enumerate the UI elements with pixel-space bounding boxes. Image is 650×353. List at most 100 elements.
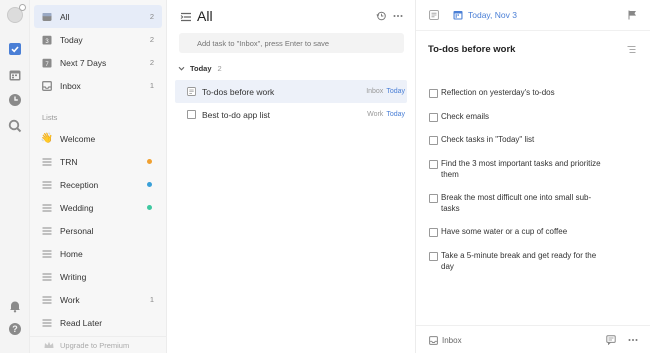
subtask-checkbox[interactable] <box>429 194 438 203</box>
collapse-menu-icon[interactable] <box>180 11 192 23</box>
subtask-item[interactable]: Check tasks in "Today" list <box>429 135 609 146</box>
subtask-title: Break the most difficult one into small … <box>441 193 592 213</box>
list-color-dot <box>147 205 152 210</box>
task-title: Best to-do app list <box>202 109 271 120</box>
sidebar-item-reception[interactable]: Reception <box>34 173 162 196</box>
sidebar-item-next-7-days[interactable]: 7 Next 7 Days 2 <box>34 51 162 74</box>
sidebar-item-count: 2 <box>149 12 154 21</box>
subtask-item[interactable]: Reflection on yesterday's to-dos <box>429 88 609 99</box>
sidebar-item-count: 2 <box>149 35 154 44</box>
svg-text:?: ? <box>12 324 18 334</box>
due-date-button[interactable]: Today, Nov 3 <box>468 10 517 20</box>
task-detail-pane: Today, Nov 3 To-dos before work Reflecti… <box>416 0 650 353</box>
section-header-today[interactable]: Today 2 <box>178 64 222 73</box>
list-icon <box>42 272 52 282</box>
checkbox-icon[interactable] <box>8 42 22 56</box>
subtask-title: Check emails <box>441 112 490 121</box>
subtask-item[interactable]: Find the 3 most important tasks and prio… <box>429 159 609 180</box>
detail-footer: Inbox <box>416 325 650 353</box>
all-icon <box>42 12 52 22</box>
sidebar-item-today[interactable]: 3 Today 2 <box>34 28 162 51</box>
chevron-down-icon <box>178 66 185 71</box>
sidebar-item-inbox[interactable]: Inbox 1 <box>34 74 162 97</box>
calendar-icon[interactable] <box>453 10 463 20</box>
sidebar-item-label: Next 7 Days <box>60 57 107 68</box>
subtask-checkbox[interactable] <box>429 252 438 261</box>
sidebar-item-label: Read Later <box>60 317 103 328</box>
list-icon <box>42 318 52 328</box>
calendar-icon[interactable] <box>8 68 22 82</box>
sidebar-item-count: 1 <box>149 295 154 304</box>
task-project: Inbox <box>366 88 384 95</box>
sidebar-item-writing[interactable]: Writing <box>34 265 162 288</box>
task-detail-title[interactable]: To-dos before work <box>428 44 515 55</box>
sidebar-item-read-later[interactable]: Read Later <box>34 311 162 334</box>
history-icon[interactable] <box>376 11 386 21</box>
note-icon[interactable] <box>187 87 196 96</box>
task-row[interactable]: Best to-do app list Work Today <box>175 103 407 126</box>
help-icon[interactable]: ? <box>8 322 22 336</box>
sidebar-item-wedding[interactable]: Wedding <box>34 196 162 219</box>
sidebar-item-home[interactable]: Home <box>34 242 162 265</box>
subtask-title: Find the 3 most important tasks and prio… <box>441 159 601 179</box>
sidebar-item-all[interactable]: All 2 <box>34 5 162 28</box>
sidebar-item-label: Work <box>60 294 80 305</box>
waving-hand-icon: 👋 <box>40 132 54 144</box>
subtask-item[interactable]: Take a 5-minute break and get ready for … <box>429 251 609 272</box>
inbox-icon <box>429 336 438 345</box>
sidebar-item-label: All <box>60 11 70 22</box>
inbox-icon <box>42 80 52 91</box>
upgrade-label: Upgrade to Premium <box>60 340 130 350</box>
sidebar-item-count: 1 <box>149 81 154 90</box>
sidebar-item-trn[interactable]: TRN <box>34 150 162 173</box>
more-icon[interactable] <box>393 11 403 21</box>
subtask-item[interactable]: Break the most difficult one into small … <box>429 193 609 214</box>
list-toolbar <box>376 11 403 21</box>
subtask-item[interactable]: Check emails <box>429 112 609 123</box>
sidebar-item-label: Home <box>60 248 83 259</box>
priority-flag-icon[interactable] <box>628 10 637 20</box>
subtask-checkbox[interactable] <box>429 89 438 98</box>
comment-icon[interactable] <box>606 335 616 345</box>
bell-icon[interactable] <box>8 299 22 313</box>
list-icon <box>42 226 52 236</box>
sidebar-item-count: 2 <box>149 58 154 67</box>
subtask-checkbox[interactable] <box>429 228 438 237</box>
subtask-title: Take a 5-minute break and get ready for … <box>441 251 597 271</box>
section-title: Today <box>190 64 212 73</box>
avatar[interactable] <box>7 4 26 23</box>
subtask-item[interactable]: Have some water or a cup of coffee <box>429 227 609 238</box>
subtask-checkbox[interactable] <box>429 160 438 169</box>
list-color-dot <box>147 159 152 164</box>
sidebar-item-label: Welcome <box>60 133 96 144</box>
task-row[interactable]: To-dos before work Inbox Today <box>175 80 407 103</box>
subtask-checkbox[interactable] <box>429 113 438 122</box>
clock-icon[interactable] <box>8 93 22 107</box>
task-project: Work <box>367 111 384 118</box>
task-list-pane: All + Today 2 To-dos before work Inbox T… <box>167 0 416 353</box>
sidebar-item-welcome[interactable]: 👋 Welcome <box>34 127 162 150</box>
lists-heading: Lists <box>42 113 58 122</box>
section-count: 2 <box>217 64 222 73</box>
subtask-title: Reflection on yesterday's to-dos <box>441 88 555 97</box>
project-selector[interactable]: Inbox <box>442 336 462 345</box>
upgrade-button[interactable]: Upgrade to Premium <box>30 336 167 353</box>
add-task-input[interactable] <box>179 33 404 53</box>
list-icon <box>42 157 52 167</box>
sidebar-item-work[interactable]: Work 1 <box>34 288 162 311</box>
note-mode-icon[interactable] <box>429 10 439 20</box>
search-icon[interactable] <box>8 119 22 133</box>
subtask-checkbox[interactable] <box>429 136 438 145</box>
sidebar-item-label: Personal <box>60 225 94 236</box>
checklist-mode-icon[interactable] <box>627 45 636 54</box>
task-checkbox[interactable] <box>187 110 196 119</box>
task-title: To-dos before work <box>202 86 275 97</box>
sidebar: All 2 3 Today 2 7 Next 7 Days 2 Inbox 1 … <box>30 0 167 353</box>
detail-footer-tools <box>606 335 638 345</box>
crown-icon <box>44 341 54 348</box>
sidebar-item-label: TRN <box>60 156 78 167</box>
list-icon <box>42 295 52 305</box>
more-icon[interactable] <box>628 335 638 345</box>
next7-icon: 7 <box>42 58 52 68</box>
sidebar-item-personal[interactable]: Personal <box>34 219 162 242</box>
